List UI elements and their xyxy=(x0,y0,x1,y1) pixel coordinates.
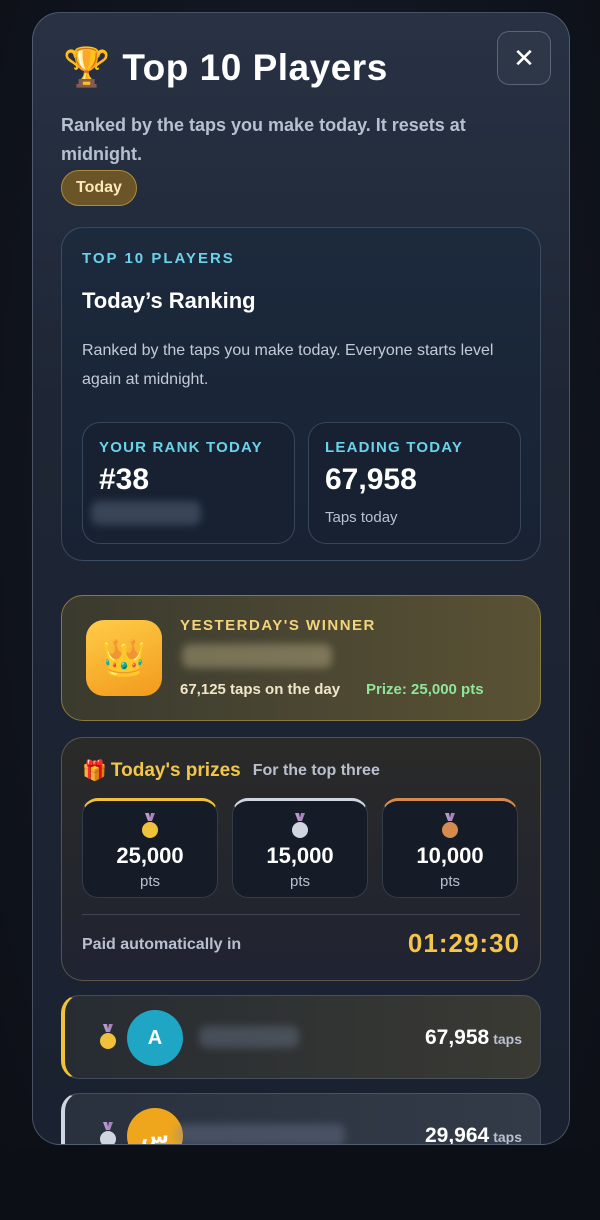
ranking-eyebrow: TOP 10 PLAYERS xyxy=(82,250,235,267)
prize-amount: 15,000 xyxy=(266,843,334,868)
player-taps: 67,958 taps xyxy=(425,1026,522,1050)
avatar: A xyxy=(127,1010,183,1066)
prize-card-third: 10,000 pts xyxy=(382,798,518,898)
ranking-description: Ranked by the taps you make today. Every… xyxy=(82,342,494,388)
prizes-divider xyxy=(82,914,520,915)
player-taps-unit: taps xyxy=(493,1031,522,1047)
winner-prize: Prize: 25,000 pts xyxy=(366,681,484,698)
ranking-card: TOP 10 PLAYERS Today’s Ranking Ranked by… xyxy=(61,227,541,561)
gold-medal-icon xyxy=(141,813,159,839)
close-icon: ✕ xyxy=(513,42,535,73)
your-rank-label: YOUR RANK TODAY xyxy=(99,439,263,456)
redacted-text xyxy=(91,501,201,525)
gold-medal-icon xyxy=(99,1024,117,1050)
page-title: Top 10 Players xyxy=(122,47,388,88)
winner-taps: 67,125 taps on the day xyxy=(180,681,341,698)
silver-medal-icon xyxy=(291,813,309,839)
leading-stat: LEADING TODAY 67,958 Taps today xyxy=(308,422,521,544)
player-taps: 29,964 taps xyxy=(424,1124,522,1145)
today-filter-pill[interactable]: Today xyxy=(61,170,137,206)
prize-unit: pts xyxy=(439,873,460,890)
prize-amount: 25,000 xyxy=(116,843,184,868)
trophy-icon: 🏆 xyxy=(63,47,111,89)
prize-amount: 10,000 xyxy=(416,843,484,868)
leaderboard-panel: ✕ 🏆 Top 10 Players Ranked by the taps yo… xyxy=(32,12,570,1145)
leading-sub: Taps today xyxy=(325,509,398,526)
close-button[interactable]: ✕ xyxy=(497,31,551,85)
prize-card-first: 25,000 pts xyxy=(82,798,218,898)
leading-value: 67,958 xyxy=(325,463,417,496)
countdown-timer: 01:29:30 xyxy=(407,928,520,958)
paid-label: Paid automatically in xyxy=(82,936,242,953)
leaderboard-row[interactable]: A 67,958 taps xyxy=(61,995,541,1079)
gift-icon: 🎁 xyxy=(82,760,107,782)
prizes-subtitle: For the top three xyxy=(252,761,380,779)
player-taps-value: 29,964 xyxy=(424,1124,490,1145)
bottom-backdrop xyxy=(0,1146,600,1220)
leaderboard-row[interactable]: س 29,964 taps xyxy=(61,1093,541,1145)
leading-label: LEADING TODAY xyxy=(325,439,464,456)
prize-unit: pts xyxy=(289,873,310,890)
prizes-card: 🎁 Today's prizes For the top three 25,00… xyxy=(61,737,541,981)
redacted-winner-name xyxy=(182,644,332,668)
winner-label: YESTERDAY'S WINNER xyxy=(180,617,376,634)
prizes-title: Today's prizes xyxy=(110,759,241,781)
silver-medal-icon xyxy=(99,1122,117,1144)
prize-card-second: 15,000 pts xyxy=(232,798,368,898)
prizes-header: 🎁 Today's prizes For the top three xyxy=(82,758,380,783)
player-taps-unit: taps xyxy=(493,1129,522,1145)
yesterday-winner-card: 👑 YESTERDAY'S WINNER 67,125 taps on the … xyxy=(61,595,541,721)
page-subtitle: Ranked by the taps you make today. It re… xyxy=(61,115,466,164)
your-rank-stat: YOUR RANK TODAY #38 xyxy=(82,422,295,544)
title-row: 🏆 Top 10 Players xyxy=(63,47,388,89)
bronze-medal-icon xyxy=(441,813,459,839)
redacted-player-name xyxy=(175,1124,345,1144)
crown-icon: 👑 xyxy=(86,620,162,696)
prize-unit: pts xyxy=(139,873,160,890)
redacted-player-name xyxy=(199,1026,299,1048)
ranking-heading: Today’s Ranking xyxy=(82,288,256,313)
player-taps-value: 67,958 xyxy=(424,1026,490,1049)
your-rank-value: #38 xyxy=(99,463,150,496)
